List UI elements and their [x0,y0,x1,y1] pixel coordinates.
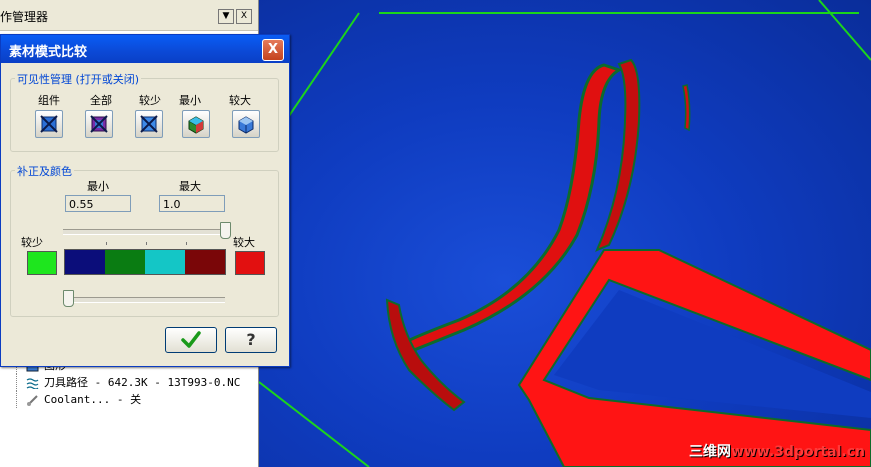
red-curved-wall [385,298,466,412]
min-button[interactable] [182,110,210,138]
larger-cube-icon [238,116,254,134]
slider-tick [106,242,107,245]
stock-edge-line [259,381,370,467]
panel-close-button[interactable]: X [236,9,252,24]
component-label: 组件 [38,94,60,107]
tree-line [16,374,27,391]
toolpath-icon [26,377,39,389]
color-band [145,250,185,274]
slider-tick [186,242,187,245]
checkmark-icon [181,331,201,348]
dialog-close-button[interactable]: X [262,39,284,61]
less-color-swatch[interactable] [27,251,57,275]
slider-tick [146,242,147,245]
help-button[interactable]: ? [225,327,277,353]
min-label: 最小 [179,94,201,107]
panel-pin-button[interactable]: ▼ [218,9,234,24]
max-value-label: 最大 [179,180,201,193]
larger-label: 较大 [229,94,251,107]
tree-item-label: Coolant... - 关 [44,393,142,406]
stock-edge-line [818,0,871,61]
color-band-bar [64,249,226,275]
upper-slider-track[interactable] [63,229,225,235]
larger-button[interactable] [232,110,260,138]
3d-viewport[interactable]: 三维网www.3dportal.cn [259,0,871,467]
color-band [185,250,225,274]
dialog-title: 素材模式比较 [9,45,88,60]
color-band [105,250,145,274]
less-color-label: 较少 [21,236,43,249]
tree-item-toolpath[interactable]: 刀具路径 - 642.3K - 13T993-0.NC [16,374,256,391]
all-label: 全部 [90,94,112,107]
more-color-label: 较大 [233,236,255,249]
watermark-url: www.3dportal.cn [730,444,865,460]
tree-item-coolant[interactable]: Coolant... - 关 [16,391,256,408]
min-value-label: 最小 [87,180,109,193]
component-button[interactable] [35,110,63,138]
max-value-field[interactable]: 1.0 [159,195,225,212]
correction-group-label: 补正及颜色 [15,163,74,179]
stock-compare-render [259,0,871,467]
ok-button[interactable] [165,327,217,353]
panel-titlebar: 作管理器 ▼ X [0,0,258,31]
min-cube-icon [188,116,204,134]
upper-slider-thumb[interactable] [220,222,231,239]
visibility-group-label: 可见性管理 (打开或关闭) [15,71,142,87]
all-icon [90,115,108,133]
watermark-cn: 三维网 [688,444,731,460]
stock-compare-dialog: 素材模式比较 X 可见性管理 (打开或关闭) 组件 全部 较少 最小 较大 补正… [0,34,290,367]
all-button[interactable] [85,110,113,138]
tree-line [16,391,27,408]
less-label: 较少 [139,94,161,107]
coolant-icon [27,394,38,406]
watermark: 三维网www.3dportal.cn [689,441,865,461]
panel-title: 作管理器 [0,10,49,24]
red-sliver [682,84,691,132]
color-band [65,250,105,274]
dialog-titlebar: 素材模式比较 X [1,35,289,63]
lower-slider-thumb[interactable] [63,290,74,307]
tree-item-label: 刀具路径 - 642.3K - 13T993-0.NC [44,376,241,389]
min-value-field[interactable]: 0.55 [65,195,131,212]
more-color-swatch[interactable] [235,251,265,275]
lower-slider-track[interactable] [63,297,225,303]
less-button[interactable] [135,110,163,138]
less-icon [140,115,158,133]
component-icon [40,115,58,133]
